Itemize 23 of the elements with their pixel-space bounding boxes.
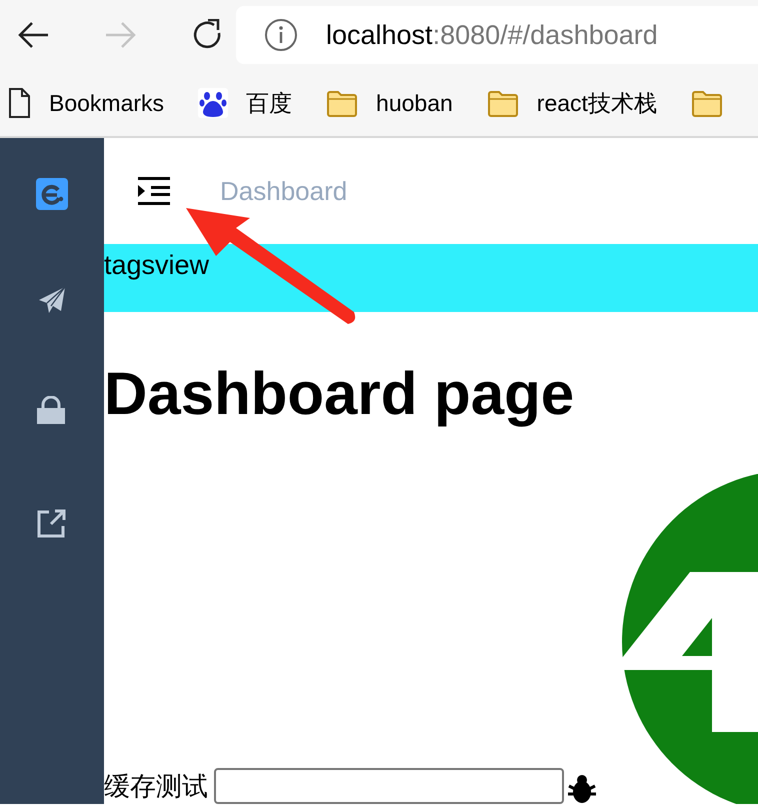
- folder-icon[interactable]: [690, 88, 723, 118]
- tagsview-label: tagsview: [104, 249, 210, 282]
- paper-plane-icon[interactable]: [38, 286, 66, 314]
- info-icon: [264, 18, 298, 52]
- paw-icon[interactable]: [198, 88, 228, 118]
- lock-icon[interactable]: [36, 396, 68, 424]
- folder-icon[interactable]: [326, 88, 358, 118]
- bookmark-link[interactable]: huoban: [376, 86, 453, 120]
- indent-menu-icon[interactable]: [138, 177, 170, 205]
- file-icon: [8, 88, 31, 118]
- input-field[interactable]: [214, 768, 564, 804]
- folder-icon[interactable]: [486, 88, 519, 118]
- logo-icon[interactable]: [36, 178, 68, 210]
- bookmark-link[interactable]: Bookmarks: [49, 86, 164, 120]
- address-bar[interactable]: localhost:8080/#/dashboard: [236, 6, 758, 64]
- external-link-icon[interactable]: [37, 508, 67, 538]
- bookmark-link[interactable]: react技术栈: [536, 86, 657, 120]
- bug-icon: [566, 772, 598, 804]
- url-path: :8080/#/dashboard: [432, 18, 658, 52]
- page-title: Dashboard page: [104, 359, 576, 429]
- bookmark-link[interactable]: 百度: [246, 86, 292, 120]
- field-label: 缓存测试: [104, 770, 208, 803]
- url-host: localhost: [326, 18, 433, 52]
